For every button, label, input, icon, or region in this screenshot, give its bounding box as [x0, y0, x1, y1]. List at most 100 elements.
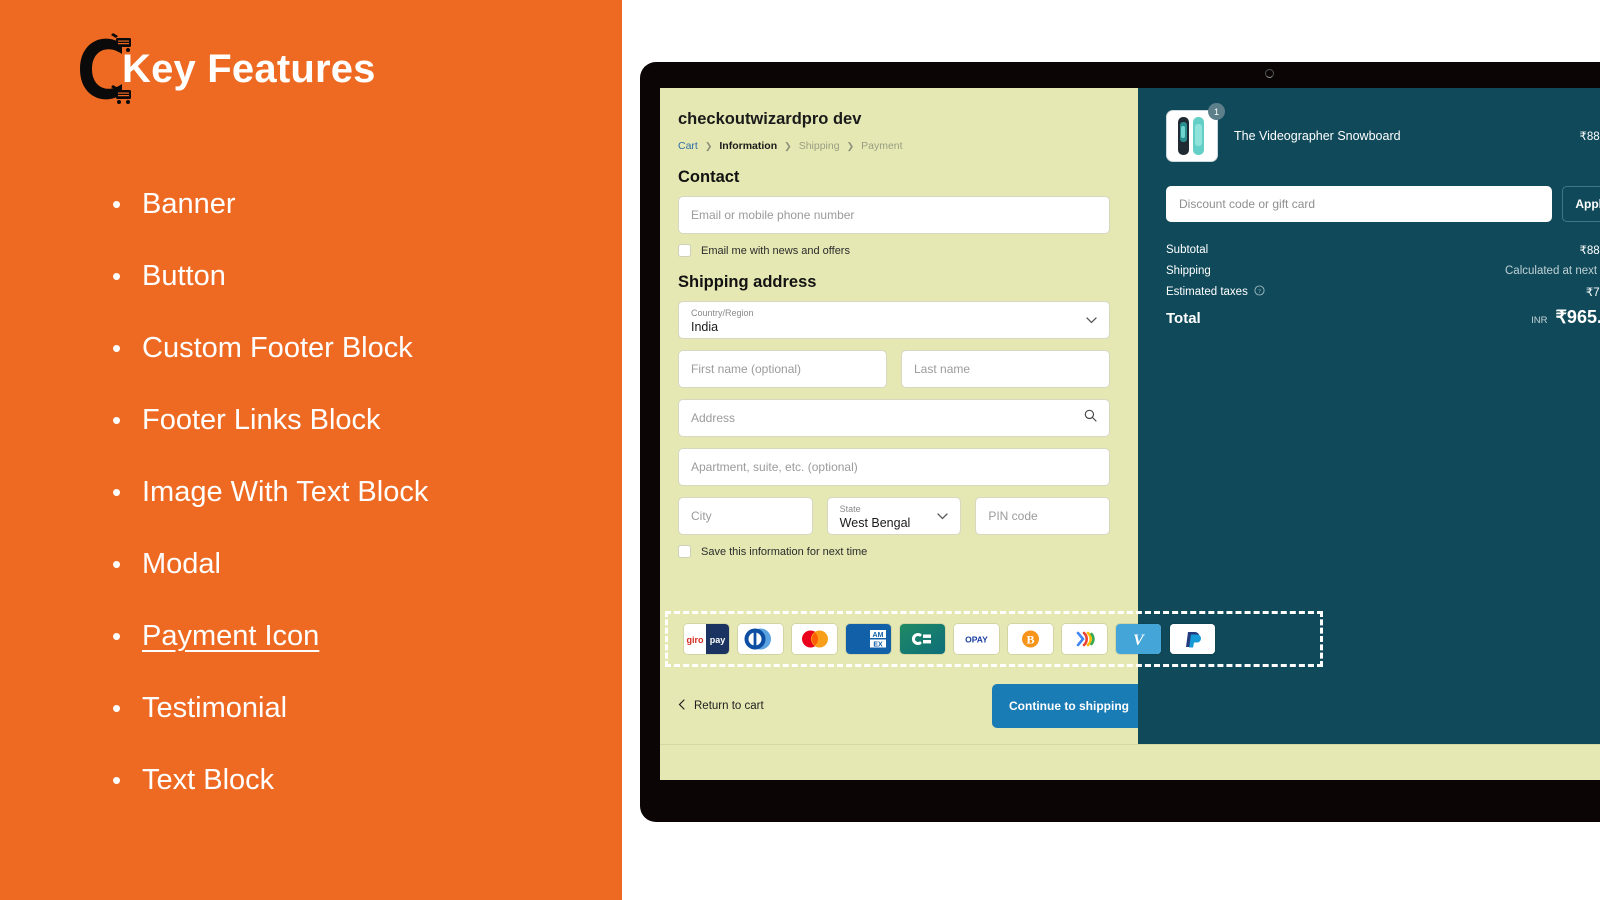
apartment-field[interactable]: Apartment, suite, etc. (optional): [678, 448, 1110, 486]
bullet-icon: •: [112, 405, 122, 435]
svg-text:EX: EX: [873, 641, 883, 648]
contact-section-title: Contact: [678, 168, 740, 186]
apartment-placeholder: Apartment, suite, etc. (optional): [691, 460, 858, 474]
bullet-icon: •: [112, 765, 122, 795]
chevron-right-icon: ❯: [784, 140, 792, 151]
list-item: • Button: [112, 260, 612, 332]
svg-text:V: V: [1133, 632, 1145, 649]
pin-code-field[interactable]: PIN code: [975, 497, 1111, 535]
last-name-field[interactable]: Last name: [901, 350, 1110, 388]
list-item: • Text Block: [112, 764, 612, 836]
name-row: First name (optional) Last name: [678, 350, 1110, 388]
shipping-value: Calculated at next step: [1505, 265, 1600, 277]
continue-to-shipping-button[interactable]: Continue to shipping: [992, 684, 1146, 728]
email-field[interactable]: Email or mobile phone number: [678, 196, 1110, 234]
shopping-cart-c-logo: [72, 30, 134, 108]
state-label: State: [839, 503, 861, 514]
city-state-pin-row: City State West Bengal PIN code: [678, 497, 1111, 535]
shipping-row: Shipping Calculated at next step: [1166, 265, 1600, 277]
mastercard-icon[interactable]: [792, 624, 837, 654]
feature-label: Image With Text Block: [142, 476, 429, 508]
opay-icon[interactable]: OPAY: [954, 624, 999, 654]
american-express-icon[interactable]: AM EX: [846, 624, 891, 654]
screen-footer-strip: [660, 744, 1600, 780]
country-label: Country/Region: [691, 307, 754, 318]
newsletter-label: Email me with news and offers: [701, 244, 850, 257]
city-placeholder: City: [691, 509, 712, 523]
brand-header: Key Features: [72, 30, 376, 108]
first-name-field[interactable]: First name (optional): [678, 350, 887, 388]
product-thumbnail-wrap: 1: [1166, 103, 1225, 162]
google-pay-icon[interactable]: [1062, 624, 1107, 654]
total-label: Total: [1166, 310, 1201, 327]
estimated-taxes-value: ₹79.74: [1585, 287, 1600, 299]
city-field[interactable]: City: [678, 497, 813, 535]
apartment-row: Apartment, suite, etc. (optional): [678, 448, 1110, 486]
country-value: India: [691, 320, 719, 334]
bullet-icon: •: [112, 549, 122, 579]
last-name-placeholder: Last name: [914, 362, 971, 376]
save-info-checkbox[interactable]: [678, 545, 691, 558]
totals-list: Subtotal ₹885.95 Shipping Calculated at …: [1166, 243, 1600, 328]
discount-row: Discount code or gift card Apply: [1166, 186, 1600, 222]
product-title: The Videographer Snowboard: [1234, 129, 1401, 143]
feature-label: Custom Footer Block: [142, 332, 413, 364]
country-select[interactable]: Country/Region India: [678, 301, 1110, 339]
breadcrumb-item-information[interactable]: Information: [719, 140, 777, 152]
info-circle-icon[interactable]: ?: [1254, 285, 1265, 299]
newsletter-checkbox[interactable]: [678, 244, 691, 257]
list-item-payment-icon[interactable]: • Payment Icon: [112, 620, 612, 692]
svg-text:?: ?: [1258, 288, 1261, 295]
bullet-icon: •: [112, 333, 122, 363]
list-item: • Custom Footer Block: [112, 332, 612, 404]
breadcrumb: Cart ❯ Information ❯ Shipping ❯ Payment: [678, 140, 1110, 152]
address-placeholder: Address: [691, 411, 736, 425]
list-item: • Banner: [112, 188, 612, 260]
email-placeholder: Email or mobile phone number: [691, 208, 855, 222]
newsletter-checkbox-row[interactable]: Email me with news and offers: [678, 244, 1110, 257]
feature-label: Text Block: [142, 764, 275, 796]
save-info-label: Save this information for next time: [701, 545, 868, 558]
feature-label: Payment Icon: [142, 620, 320, 652]
list-item: • Image With Text Block: [112, 476, 612, 548]
chevron-down-icon: [937, 507, 948, 525]
first-name-placeholder: First name (optional): [691, 362, 802, 376]
search-icon[interactable]: [1084, 409, 1097, 427]
feature-label: Footer Links Block: [142, 404, 381, 436]
svg-text:pay: pay: [710, 635, 726, 645]
state-select[interactable]: State West Bengal: [826, 497, 962, 535]
quantity-badge: 1: [1208, 103, 1225, 120]
chevron-right-icon: ❯: [846, 140, 855, 151]
address-field[interactable]: Address: [678, 399, 1110, 437]
save-info-checkbox-row[interactable]: Save this information for next time: [678, 545, 1110, 558]
page-title: Key Features: [122, 46, 376, 91]
bitcoin-icon[interactable]: B: [1008, 624, 1053, 654]
pin-code-placeholder: PIN code: [988, 509, 1038, 523]
total-amount: ₹965.69: [1555, 307, 1600, 327]
venmo-icon[interactable]: V: [1116, 624, 1161, 654]
paypal-icon[interactable]: [1170, 624, 1215, 654]
diners-club-icon[interactable]: [738, 624, 783, 654]
webcam-icon: [1265, 69, 1274, 78]
chevron-down-icon: [1086, 311, 1097, 329]
apply-discount-button[interactable]: Apply: [1562, 186, 1600, 222]
total-currency: INR: [1531, 315, 1548, 326]
return-to-cart-link[interactable]: Return to cart: [678, 699, 764, 713]
bullet-icon: •: [112, 693, 122, 723]
giropay-icon[interactable]: giro pay: [684, 624, 729, 654]
feature-label: Banner: [142, 188, 236, 220]
svg-text:AM: AM: [873, 632, 884, 639]
chevron-right-icon: ❯: [704, 140, 713, 151]
list-item: • Footer Links Block: [112, 404, 612, 476]
feature-label: Testimonial: [142, 692, 288, 724]
state-value: West Bengal: [839, 516, 911, 530]
key-features-panel: Key Features • Banner • Button • Custom …: [0, 0, 622, 900]
subtotal-row: Subtotal ₹885.95: [1166, 243, 1600, 257]
return-to-cart-label: Return to cart: [694, 700, 764, 712]
discount-code-input[interactable]: Discount code or gift card: [1166, 186, 1552, 222]
breadcrumb-item-cart[interactable]: Cart: [678, 140, 698, 152]
browser-screen: checkoutwizardpro dev Cart ❯ Information…: [660, 88, 1600, 780]
product-price: ₹885.95: [1579, 131, 1600, 143]
bullet-icon: •: [112, 621, 122, 651]
carte-bancaire-icon[interactable]: [900, 624, 945, 654]
